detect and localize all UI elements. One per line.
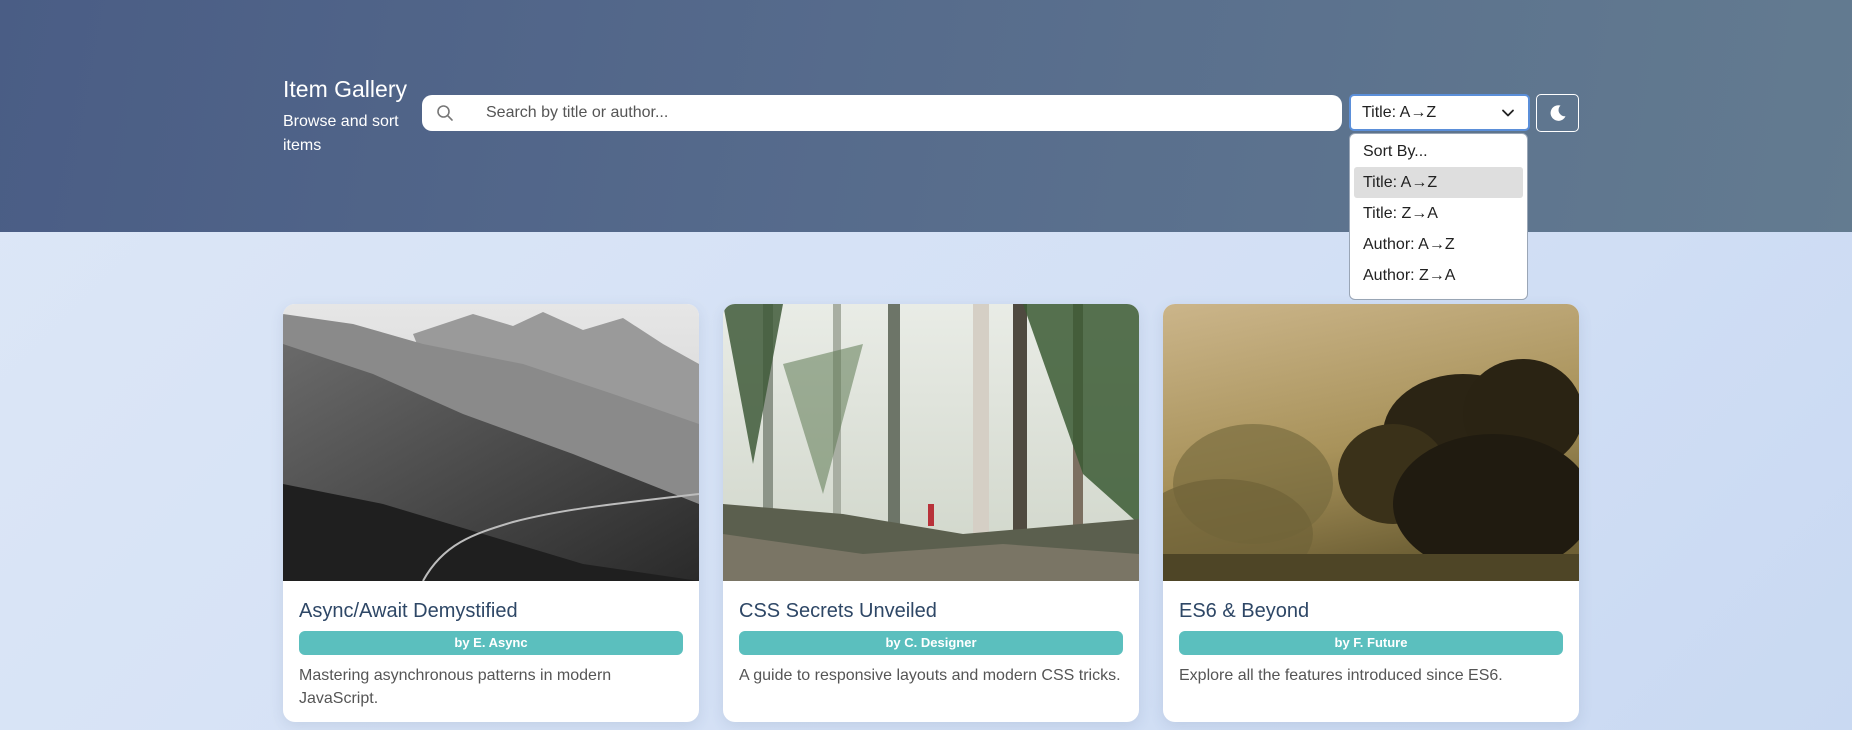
sort-select[interactable]: Title: A→Z <box>1349 94 1530 131</box>
card-description: Mastering asynchronous patterns in moder… <box>299 667 612 707</box>
sort-dropdown-menu: Sort By... Title: A→Z Title: Z→A Author:… <box>1349 133 1528 300</box>
search-icon <box>437 105 453 121</box>
item-card[interactable]: Async/Await Demystified by E. Async Mast… <box>283 304 699 722</box>
item-card[interactable]: ES6 & Beyond by F. Future Explore all th… <box>1163 304 1579 722</box>
sort-option[interactable]: Author: Z→A <box>1354 260 1523 291</box>
card-description: Explore all the features introduced sinc… <box>1179 667 1503 684</box>
chevron-down-icon <box>1502 109 1514 116</box>
theme-toggle-button[interactable] <box>1536 94 1579 132</box>
card-title[interactable]: CSS Secrets Unveiled <box>739 599 1123 623</box>
moon-icon <box>1550 105 1565 121</box>
sort-select-value: Title: A→Z <box>1362 103 1437 121</box>
card-title[interactable]: ES6 & Beyond <box>1179 599 1563 623</box>
sort-option[interactable]: Sort By... <box>1354 136 1523 167</box>
search-input[interactable] <box>486 95 1306 131</box>
page-header: Item Gallery Browse and sort items Title… <box>0 0 1852 232</box>
search-bar[interactable] <box>422 95 1342 131</box>
sort-option[interactable]: Title: A→Z <box>1354 167 1523 198</box>
sort-option[interactable]: Title: Z→A <box>1354 198 1523 229</box>
page-subtitle: Browse and sort items <box>283 113 399 154</box>
page-title: Item Gallery <box>283 76 407 102</box>
card-description: A guide to responsive layouts and modern… <box>739 667 1121 684</box>
card-title[interactable]: Async/Await Demystified <box>299 599 683 623</box>
card-author-badge: by E. Async <box>299 631 683 655</box>
brand: Item Gallery Browse and sort items <box>283 74 418 158</box>
sort-option[interactable]: Author: A→Z <box>1354 229 1523 260</box>
card-author-badge: by C. Designer <box>739 631 1123 655</box>
card-image <box>283 304 699 581</box>
card-image <box>723 304 1139 581</box>
card-image <box>1163 304 1579 581</box>
item-card[interactable]: CSS Secrets Unveiled by C. Designer A gu… <box>723 304 1139 722</box>
card-author-badge: by F. Future <box>1179 631 1563 655</box>
